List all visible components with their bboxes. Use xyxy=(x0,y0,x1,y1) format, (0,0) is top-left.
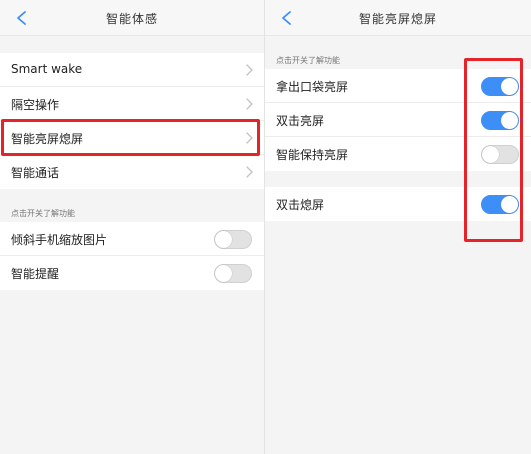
chevron-right-icon xyxy=(246,98,253,110)
toggle-switch[interactable] xyxy=(481,145,519,164)
toggle-label: 智能提醒 xyxy=(11,267,60,281)
toggle-knob xyxy=(501,112,518,129)
toggle-switch[interactable] xyxy=(481,111,519,130)
page-title: 智能亮屏熄屏 xyxy=(358,12,437,26)
toggle-label: 双击熄屏 xyxy=(276,198,325,212)
toggle-switch[interactable] xyxy=(214,230,252,249)
left-screen: 智能体感 Smart wake 隔空操作 智能亮屏熄屏 智能通话 点击开关了解功… xyxy=(0,0,264,454)
toggle-row-double-tap-sleep: 双击熄屏 xyxy=(265,187,531,221)
chevron-right-icon xyxy=(246,64,253,76)
toggle-label: 倾斜手机缩放图片 xyxy=(11,233,108,247)
nav-bar: 智能亮屏熄屏 xyxy=(265,0,531,36)
page-title: 智能体感 xyxy=(105,12,158,26)
menu-item-smart-call[interactable]: 智能通话 xyxy=(0,155,264,189)
toggle-row-pocket-wake: 拿出口袋亮屏 xyxy=(265,69,531,103)
menu-item-smart-screen-on-off[interactable]: 智能亮屏熄屏 xyxy=(0,121,264,155)
menu-item-air-gesture[interactable]: 隔空操作 xyxy=(0,87,264,121)
toggle-label: 拿出口袋亮屏 xyxy=(276,80,349,94)
toggle-knob xyxy=(215,231,232,248)
toggle-knob xyxy=(501,196,518,213)
menu-item-label: 隔空操作 xyxy=(11,98,60,112)
right-screen: 智能亮屏熄屏 点击开关了解功能 拿出口袋亮屏 双击亮屏 智能保持亮屏 双击熄屏 xyxy=(265,0,531,454)
toggle-knob xyxy=(482,146,499,163)
chevron-right-icon xyxy=(246,132,253,144)
toggle-row-double-tap-wake: 双击亮屏 xyxy=(265,103,531,137)
toggle-switch[interactable] xyxy=(481,77,519,96)
section-header: 点击开关了解功能 xyxy=(276,56,340,65)
menu-item-label: 智能通话 xyxy=(11,166,60,180)
toggle-knob xyxy=(215,265,232,282)
toggle-row-smart-stay-awake: 智能保持亮屏 xyxy=(265,137,531,171)
toggle-knob xyxy=(501,78,518,95)
menu-group: Smart wake 隔空操作 智能亮屏熄屏 智能通话 xyxy=(0,53,264,189)
toggle-label: 双击亮屏 xyxy=(276,114,325,128)
nav-bar: 智能体感 xyxy=(0,0,264,36)
toggle-label: 智能保持亮屏 xyxy=(276,148,349,162)
section-header: 点击开关了解功能 xyxy=(11,209,75,218)
menu-item-label: 智能亮屏熄屏 xyxy=(11,132,84,146)
toggle-switch[interactable] xyxy=(214,264,252,283)
chevron-right-icon xyxy=(246,166,253,178)
toggle-group: 倾斜手机缩放图片 智能提醒 xyxy=(0,222,264,290)
toggle-row-smart-reminder: 智能提醒 xyxy=(0,256,264,290)
toggle-switch[interactable] xyxy=(481,195,519,214)
toggle-group-2: 双击熄屏 xyxy=(265,187,531,221)
menu-item-label: Smart wake xyxy=(11,62,83,76)
toggle-row-tilt-zoom: 倾斜手机缩放图片 xyxy=(0,222,264,256)
toggle-group: 拿出口袋亮屏 双击亮屏 智能保持亮屏 xyxy=(265,69,531,171)
menu-item-smart-wake[interactable]: Smart wake xyxy=(0,53,264,87)
